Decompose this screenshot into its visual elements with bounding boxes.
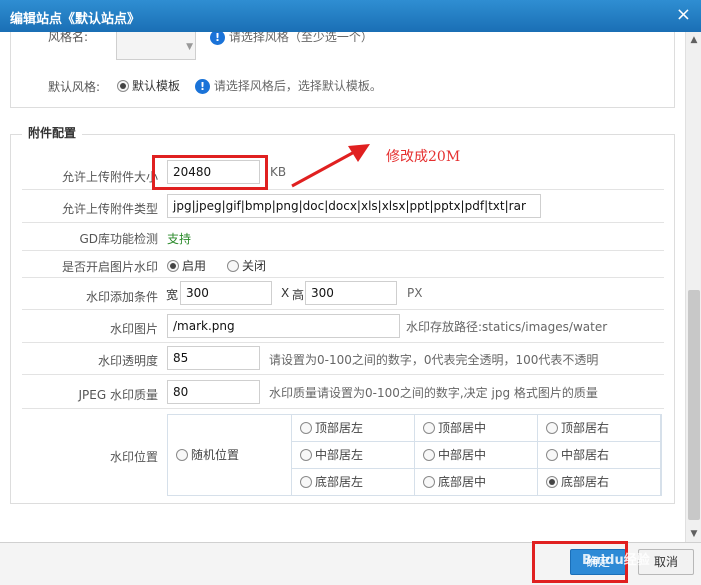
highlight-box [152,155,268,190]
position-label: 中部居右 [561,448,610,462]
radio-unselected[interactable] [546,449,558,461]
file-types-label: 允许上传附件类型 [61,202,158,216]
radio-unselected[interactable] [176,449,188,461]
default-style-hint-text: 请选择风格后，选择默认模板。 [213,79,382,93]
watermark-on-label: 启用 [182,259,207,273]
position-label: 中部居左 [315,448,364,462]
divider [22,222,664,223]
scrollbar-thumb[interactable] [688,290,700,520]
radio-unselected[interactable] [546,422,558,434]
style-hint-text: 请选择风格（至少选一个） [228,32,373,44]
position-option[interactable]: 中部居中 [415,442,538,469]
divider [22,374,664,375]
radio-unselected[interactable] [300,476,312,488]
style-name-label: 风格名: [48,32,89,44]
default-style-hint: ! 请选择风格后，选择默认模板。 [195,77,382,94]
position-label: 底部居右 [561,475,610,489]
attachment-legend: 附件配置 [22,124,83,141]
width-label: 宽 [166,288,179,302]
position-option[interactable]: 顶部居左 [292,415,415,442]
divider [22,342,664,343]
position-grid: 随机位置 顶部居左 顶部居中 顶部居右 中部居左 中部居中 中部居右 底部居左 … [167,414,662,496]
position-label: 顶部居右 [561,421,610,435]
baidu-watermark: Baidu经验 [582,553,650,568]
watermark-condition-label: 水印添加条件 [85,290,158,304]
position-option[interactable]: 底部居中 [415,469,538,496]
info-icon: ! [195,79,210,94]
chevron-down-icon[interactable]: ▼ [186,42,193,52]
height-label: 高 [292,288,305,302]
style-select-list[interactable]: ▼ [116,32,196,60]
position-label: 底部居左 [315,475,364,489]
watermark-on-option[interactable]: 启用 [167,257,206,274]
scroll-down-icon[interactable]: ▼ [686,526,701,542]
transparency-input[interactable]: 85 [167,346,260,370]
position-option[interactable]: 中部居右 [538,442,661,469]
style-hint: ! 请选择风格（至少选一个） [210,32,373,45]
divider [22,277,664,278]
radio-unselected[interactable] [300,449,312,461]
divider [22,309,664,310]
jpeg-quality-hint: 水印质量请设置为0-100之间的数字,决定 jpg 格式图片的质量 [269,386,598,400]
jpeg-quality-input[interactable]: 80 [167,380,260,404]
divider [22,250,664,251]
position-option[interactable]: 顶部居右 [538,415,661,442]
dialog-content: 风格名: ▼ ! 请选择风格（至少选一个） 默认风格: 默认模板 ! 请选择风格… [0,32,701,542]
default-style-value: 默认模板 [132,79,181,93]
gd-status: 支持 [167,232,192,246]
transparency-hint: 请设置为0-100之间的数字，0代表完全透明，100代表不透明 [269,353,599,367]
x-separator: X [281,286,290,300]
gd-check-label: GD库功能检测 [79,232,158,246]
divider [22,408,664,409]
position-option[interactable]: 底部居左 [292,469,415,496]
width-input[interactable]: 300 [180,281,272,305]
dialog-title: 编辑站点《默认站点》 [10,12,141,27]
watermark-image-input[interactable]: /mark.png [167,314,400,338]
jpeg-quality-label: JPEG 水印质量 [78,388,158,402]
dialog-titlebar: 编辑站点《默认站点》 × [0,0,701,32]
close-icon[interactable]: × [676,5,691,25]
annotation-text: 修改成20M [386,149,461,165]
height-input[interactable]: 300 [305,281,397,305]
watermark-enable-label: 是否开启图片水印 [61,260,158,274]
radio-unselected[interactable] [423,449,435,461]
radio-selected[interactable] [117,80,129,92]
default-style-option[interactable]: 默认模板 [117,77,180,94]
position-option-selected[interactable]: 底部居右 [538,469,661,496]
scroll-up-icon[interactable]: ▲ [686,32,701,48]
file-types-input[interactable]: jpg|jpeg|gif|bmp|png|doc|docx|xls|xlsx|p… [167,194,541,218]
annotation-arrow-icon [291,144,370,188]
default-style-label: 默认风格: [48,80,101,94]
radio-selected[interactable] [546,476,558,488]
watermark-off-option[interactable]: 关闭 [227,257,266,274]
vertical-scrollbar[interactable]: ▲ ▼ [685,32,701,542]
position-label: 底部居中 [438,475,487,489]
position-label: 中部居中 [438,448,487,462]
watermark-position-label: 水印位置 [109,450,158,464]
max-size-unit: KB [270,165,287,179]
radio-unselected[interactable] [423,476,435,488]
position-option[interactable]: 中部居左 [292,442,415,469]
radio-selected[interactable] [167,260,179,272]
position-label: 顶部居左 [315,421,364,435]
max-size-label: 允许上传附件大小 [61,170,158,184]
transparency-label: 水印透明度 [97,354,158,368]
radio-unselected[interactable] [423,422,435,434]
info-icon: ! [210,32,225,45]
px-unit: PX [407,286,423,300]
radio-unselected[interactable] [227,260,239,272]
position-option[interactable]: 顶部居中 [415,415,538,442]
position-label: 顶部居中 [438,421,487,435]
watermark-off-label: 关闭 [242,259,267,273]
watermark-image-label: 水印图片 [109,322,158,336]
radio-unselected[interactable] [300,422,312,434]
random-position-option[interactable]: 随机位置 [168,415,292,496]
watermark-image-hint: 水印存放路径:statics/images/water [406,320,608,334]
random-position-label: 随机位置 [191,448,240,462]
